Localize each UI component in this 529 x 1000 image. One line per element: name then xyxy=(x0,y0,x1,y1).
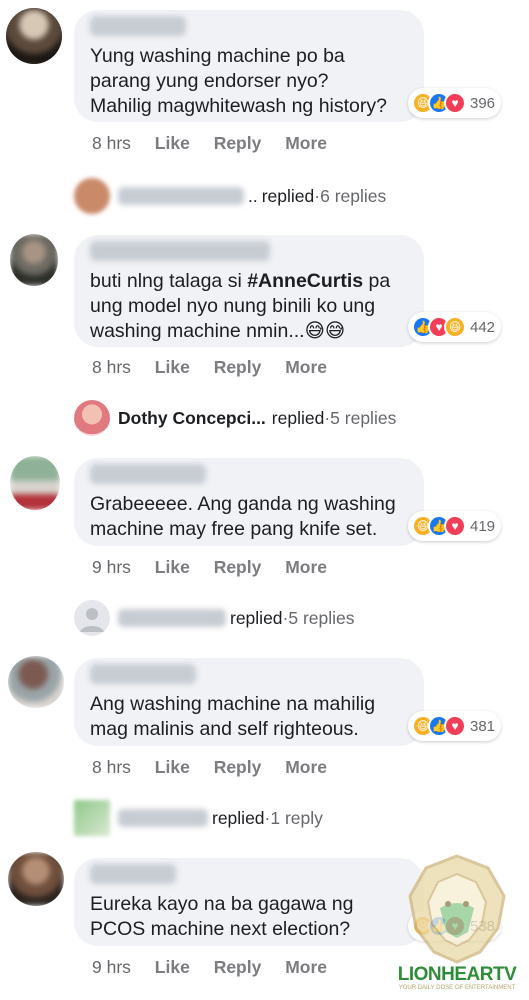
comment-time[interactable]: 8 hrs xyxy=(92,133,131,154)
comment-text: buti nlng talaga si #AnneCurtis pa ung m… xyxy=(90,270,391,342)
reply-name: Dothy Concepci... xyxy=(118,407,266,428)
comment-bubble: Eureka kayo na ba gagawa ng PCOS machine… xyxy=(74,858,424,946)
more-button[interactable]: More xyxy=(285,557,327,578)
like-button[interactable]: Like xyxy=(155,357,190,378)
avatar[interactable] xyxy=(6,8,62,64)
reaction-count: 396 xyxy=(470,94,496,112)
reaction-summary[interactable]: 😆 👍 ♥ 419 xyxy=(408,511,502,541)
comment-bubble: Grabeeeee. Ang ganda ng washing machine … xyxy=(74,458,424,546)
like-button[interactable]: Like xyxy=(155,957,190,978)
comment-bubble: buti nlng talaga si #AnneCurtis pa ung m… xyxy=(74,235,424,347)
comment-actions: 8 hrs Like Reply More xyxy=(92,133,346,154)
comment-time[interactable]: 9 hrs xyxy=(92,557,131,578)
avatar[interactable] xyxy=(8,852,64,906)
like-button[interactable]: Like xyxy=(155,133,190,154)
more-button[interactable]: More xyxy=(285,757,327,778)
comment-text: Ang washing machine na mahilig mag malin… xyxy=(90,693,376,740)
avatar[interactable] xyxy=(8,656,64,708)
comment-text: Grabeeeee. Ang ganda ng washing machine … xyxy=(90,493,396,540)
more-button[interactable]: More xyxy=(285,357,327,378)
comment-text: Eureka kayo na ba gagawa ng PCOS machine… xyxy=(90,893,354,940)
replied-label: replied xyxy=(230,607,283,628)
reply-avatar xyxy=(74,178,110,214)
avatar[interactable] xyxy=(10,234,58,286)
commenter-name[interactable] xyxy=(90,16,186,36)
reply-name xyxy=(118,809,208,827)
love-reaction-icon: ♥ xyxy=(444,715,466,737)
reply-count: 5 replies xyxy=(330,407,397,428)
haha-reaction-icon: 😆 xyxy=(444,316,466,338)
reply-button[interactable]: Reply xyxy=(214,133,262,154)
comment-time[interactable]: 8 hrs xyxy=(92,757,131,778)
more-button[interactable]: More xyxy=(285,957,327,978)
like-button[interactable]: Like xyxy=(155,757,190,778)
like-button[interactable]: Like xyxy=(155,557,190,578)
comment-bubble: Yung washing machine po ba parang yung e… xyxy=(74,10,424,122)
comment-actions: 8 hrs Like Reply More xyxy=(92,757,346,778)
view-replies-link[interactable]: replied · 5 replies xyxy=(74,598,355,638)
reply-avatar xyxy=(74,400,110,436)
replied-label: replied xyxy=(212,807,265,828)
reply-button[interactable]: Reply xyxy=(214,757,262,778)
reply-button[interactable]: Reply xyxy=(214,957,262,978)
love-reaction-icon: ♥ xyxy=(444,92,466,114)
reaction-count: 419 xyxy=(470,517,496,535)
lion-logo-icon xyxy=(408,854,506,964)
view-replies-link[interactable]: Dothy Concepci... replied · 5 replies xyxy=(74,398,396,438)
commenter-name[interactable] xyxy=(90,464,206,484)
reply-count: 1 reply xyxy=(270,807,323,828)
replied-label: replied xyxy=(271,407,325,428)
view-replies-link[interactable]: .. replied · 6 replies xyxy=(74,176,386,216)
reply-name xyxy=(118,609,226,627)
watermark-tagline: YOUR DAILY DOSE OF ENTERTAINMENT xyxy=(398,985,516,991)
commenter-name[interactable] xyxy=(90,664,196,684)
comment-actions: 8 hrs Like Reply More xyxy=(92,357,346,378)
reply-button[interactable]: Reply xyxy=(214,557,262,578)
reaction-summary[interactable]: 😆 👍 ♥ 396 xyxy=(408,88,502,118)
reaction-count: 442 xyxy=(470,318,496,336)
reply-name xyxy=(118,187,244,205)
reaction-summary[interactable]: 👍 ♥ 😆 442 xyxy=(408,312,502,342)
love-reaction-icon: ♥ xyxy=(444,515,466,537)
comment-time[interactable]: 9 hrs xyxy=(92,957,131,978)
hashtag-link[interactable]: #AnneCurtis xyxy=(247,270,363,292)
comment-actions: 9 hrs Like Reply More xyxy=(92,557,346,578)
replied-label: replied xyxy=(261,185,315,206)
reply-count: 6 replies xyxy=(320,185,387,206)
view-replies-link[interactable]: replied · 1 reply xyxy=(74,798,323,838)
default-avatar-icon xyxy=(74,600,110,636)
more-button[interactable]: More xyxy=(285,133,327,154)
reply-count: 5 replies xyxy=(288,607,355,628)
comment-text: Yung washing machine po ba parang yung e… xyxy=(90,45,387,117)
commenter-name[interactable] xyxy=(90,241,270,261)
reaction-count: 381 xyxy=(470,717,496,735)
comment-bubble: Ang washing machine na mahilig mag malin… xyxy=(74,658,424,746)
commenter-name[interactable] xyxy=(90,864,176,884)
lionheartv-watermark: LIONHEARTV YOUR DAILY DOSE OF ENTERTAINM… xyxy=(396,852,518,992)
comment-time[interactable]: 8 hrs xyxy=(92,357,131,378)
comment-actions: 9 hrs Like Reply More xyxy=(92,957,346,978)
reply-avatar xyxy=(74,800,110,836)
reaction-summary[interactable]: 😆 👍 ♥ 381 xyxy=(408,711,502,741)
watermark-brand: LIONHEARTV xyxy=(397,964,517,985)
reply-button[interactable]: Reply xyxy=(214,357,262,378)
avatar[interactable] xyxy=(10,456,60,510)
